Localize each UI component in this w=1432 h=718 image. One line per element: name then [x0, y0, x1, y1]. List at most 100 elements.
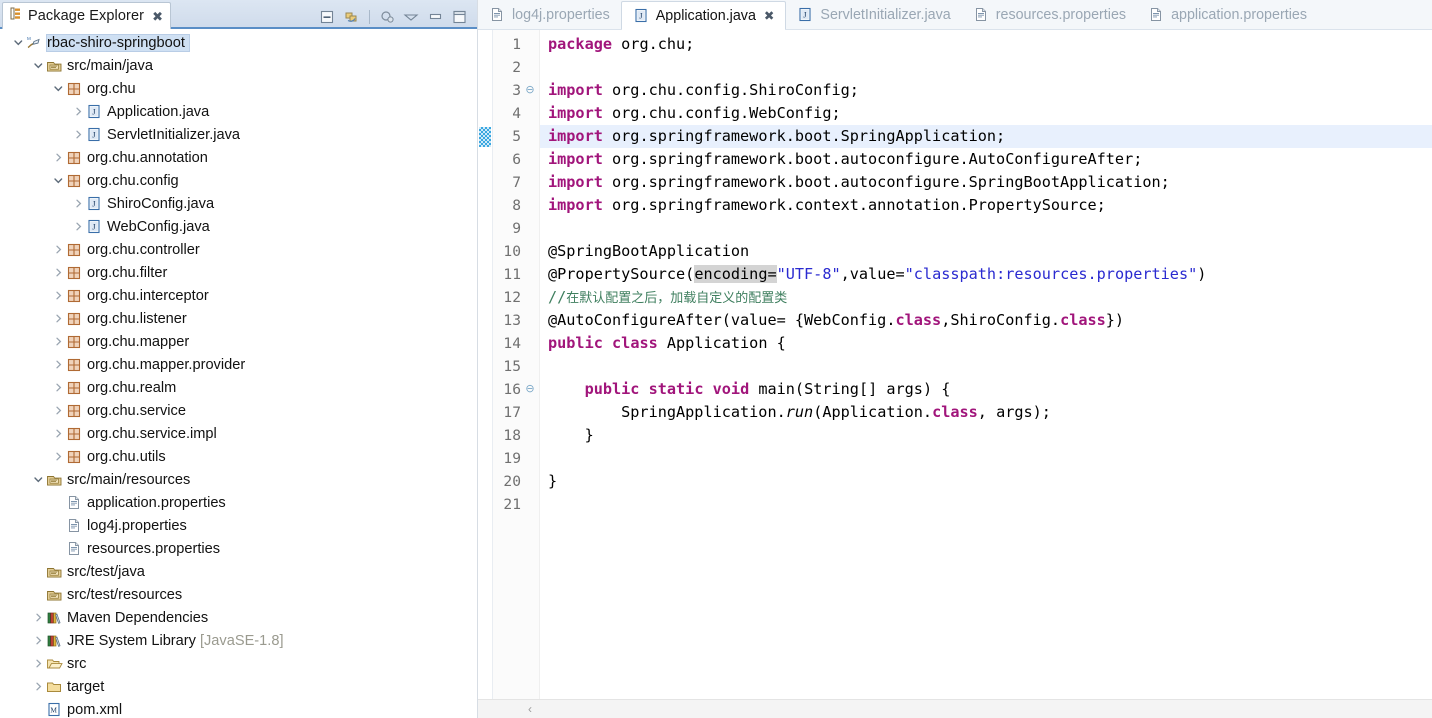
chevron-right-icon[interactable] — [30, 679, 46, 695]
chevron-right-icon[interactable] — [50, 242, 66, 258]
code-line-10[interactable]: @SpringBootApplication — [548, 240, 749, 263]
tree-item-org-chu-realm[interactable]: org.chu.realm — [0, 376, 477, 399]
editor-tab-application-java[interactable]: J Application.java ✖ — [620, 1, 787, 30]
tree-item-log4j-properties[interactable]: log4j.properties — [0, 514, 477, 537]
tree-item-org-chu-mapper-provider[interactable]: org.chu.mapper.provider — [0, 353, 477, 376]
tree-item-maven-dependencies[interactable]: Maven Dependencies — [0, 606, 477, 629]
scroll-left-arrow-icon[interactable]: ‹ — [524, 702, 532, 716]
chevron-right-icon[interactable] — [70, 104, 86, 120]
code-line-7[interactable]: import org.springframework.boot.autoconf… — [548, 171, 1170, 194]
code-line-9[interactable] — [548, 217, 557, 240]
chevron-down-icon[interactable] — [50, 173, 66, 189]
editor-tab-log4j-properties[interactable]: log4j.properties — [478, 1, 621, 29]
tree-item-webconfig-java[interactable]: J WebConfig.java — [0, 215, 477, 238]
chevron-down-icon[interactable] — [10, 35, 26, 51]
close-icon[interactable]: ✖ — [152, 10, 163, 23]
tree-item-resources-properties[interactable]: resources.properties — [0, 537, 477, 560]
code-line-17[interactable]: SpringApplication.run(Application.class,… — [548, 401, 1051, 424]
chevron-down-icon[interactable] — [50, 81, 66, 97]
tree-item-org-chu-service[interactable]: org.chu.service — [0, 399, 477, 422]
chevron-right-icon[interactable] — [70, 196, 86, 212]
tree-item-org-chu-filter[interactable]: org.chu.filter — [0, 261, 477, 284]
chevron-right-icon[interactable] — [50, 311, 66, 327]
code-content[interactable]: package org.chu; import org.chu.config.S… — [540, 30, 1432, 699]
code-line-4[interactable]: import org.chu.config.WebConfig; — [548, 102, 841, 125]
code-line-8[interactable]: import org.springframework.context.annot… — [548, 194, 1106, 217]
chevron-right-icon[interactable] — [50, 334, 66, 350]
minimize-icon[interactable] — [427, 9, 444, 25]
collapse-all-icon[interactable] — [319, 9, 336, 25]
tree-item-org-chu-utils[interactable]: org.chu.utils — [0, 445, 477, 468]
chevron-right-icon[interactable] — [30, 633, 46, 649]
tree-item-rbac-shiro-springboot[interactable]: Mrbac-shiro-springboot — [0, 31, 477, 54]
fold-marker[interactable]: ⊖ — [524, 378, 536, 401]
code-line-14[interactable]: public class Application { — [548, 332, 786, 355]
tree-item-org-chu-annotation[interactable]: org.chu.annotation — [0, 146, 477, 169]
tree-item-org-chu-config[interactable]: org.chu.config — [0, 169, 477, 192]
code-line-11[interactable]: @PropertySource(encoding="UTF-8",value="… — [548, 263, 1206, 286]
tree-item-org-chu-interceptor[interactable]: org.chu.interceptor — [0, 284, 477, 307]
code-line-19[interactable] — [548, 447, 557, 470]
chevron-down-icon[interactable] — [30, 472, 46, 488]
chevron-right-icon[interactable] — [50, 426, 66, 442]
toolbar-separator — [369, 10, 370, 24]
tree-item-org-chu-controller[interactable]: org.chu.controller — [0, 238, 477, 261]
code-line-13[interactable]: @AutoConfigureAfter(value= {WebConfig.cl… — [548, 309, 1124, 332]
maximize-icon[interactable] — [451, 9, 468, 25]
editor-tab-servletinitializer-java[interactable]: J ServletInitializer.java — [786, 1, 961, 29]
code-line-15[interactable] — [548, 355, 557, 378]
tab-package-explorer[interactable]: Package Explorer ✖ — [2, 2, 171, 29]
chevron-right-icon[interactable] — [50, 288, 66, 304]
code-line-12[interactable]: //在默认配置之后，加载自定义的配置类 — [548, 286, 787, 309]
code-line-6[interactable]: import org.springframework.boot.autoconf… — [548, 148, 1142, 171]
tree-item-org-chu-service-impl[interactable]: org.chu.service.impl — [0, 422, 477, 445]
editor-tab-application-properties[interactable]: application.properties — [1137, 1, 1318, 29]
annotation-marker[interactable] — [479, 127, 491, 147]
chevron-right-icon[interactable] — [50, 150, 66, 166]
fold-marker[interactable]: ⊖ — [524, 79, 536, 102]
code-line-2[interactable] — [548, 56, 557, 79]
annotation-ruler[interactable] — [478, 30, 493, 699]
chevron-down-icon[interactable] — [30, 58, 46, 74]
tree-item-src-test-java[interactable]: src/test/java — [0, 560, 477, 583]
horizontal-scrollbar[interactable]: ‹ — [478, 699, 1432, 718]
tree-item-application-properties[interactable]: application.properties — [0, 491, 477, 514]
link-with-editor-icon[interactable] — [343, 9, 360, 25]
tree-item-target[interactable]: target — [0, 675, 477, 698]
code-line-5[interactable]: import org.springframework.boot.SpringAp… — [548, 125, 1005, 148]
code-line-18[interactable]: } — [548, 424, 594, 447]
chevron-right-icon[interactable] — [50, 403, 66, 419]
editor-tab-resources-properties[interactable]: resources.properties — [962, 1, 1137, 29]
editor-tabbar[interactable]: log4j.properties J Application.java ✖ J Servl… — [478, 0, 1432, 30]
code-line-16[interactable]: public static void main(String[] args) { — [548, 378, 951, 401]
focus-on-active-task-icon[interactable] — [379, 9, 396, 25]
tree-item-src-test-resources[interactable]: src/test/resources — [0, 583, 477, 606]
chevron-right-icon[interactable] — [50, 380, 66, 396]
tree-item-pom-xml[interactable]: Mpom.xml — [0, 698, 477, 718]
chevron-right-icon[interactable] — [30, 656, 46, 672]
tree-item-src-main-java[interactable]: src/main/java — [0, 54, 477, 77]
tree-item-org-chu[interactable]: org.chu — [0, 77, 477, 100]
java-source-editor[interactable]: 1 2 3 ⊖ 4 5 6 7 8 9 10 11 12 13 14 15 16 ⊖ 17 18 19 20 21 pack… — [478, 30, 1432, 699]
tree-item-jre-system-library[interactable]: JRE System Library [JavaSE-1.8] — [0, 629, 477, 652]
chevron-right-icon[interactable] — [50, 449, 66, 465]
tree-item-org-chu-listener[interactable]: org.chu.listener — [0, 307, 477, 330]
chevron-right-icon[interactable] — [50, 357, 66, 373]
chevron-right-icon[interactable] — [30, 610, 46, 626]
tree-item-src-main-resources[interactable]: src/main/resources — [0, 468, 477, 491]
code-line-3[interactable]: import org.chu.config.ShiroConfig; — [548, 79, 859, 102]
chevron-right-icon[interactable] — [70, 127, 86, 143]
project-tree[interactable]: Mrbac-shiro-springboot src/main/java org.c… — [0, 29, 477, 718]
view-menu-icon[interactable] — [403, 9, 420, 25]
code-line-21[interactable] — [548, 493, 557, 516]
chevron-right-icon[interactable] — [70, 219, 86, 235]
tree-item-servletinitializer-java[interactable]: J ServletInitializer.java — [0, 123, 477, 146]
tree-item-src[interactable]: src — [0, 652, 477, 675]
code-line-1[interactable]: package org.chu; — [548, 33, 694, 56]
tree-item-application-java[interactable]: J Application.java — [0, 100, 477, 123]
chevron-right-icon[interactable] — [50, 265, 66, 281]
close-icon[interactable]: ✖ — [764, 8, 774, 23]
tree-item-org-chu-mapper[interactable]: org.chu.mapper — [0, 330, 477, 353]
code-line-20[interactable]: } — [548, 470, 557, 493]
tree-item-shiroconfig-java[interactable]: J ShiroConfig.java — [0, 192, 477, 215]
